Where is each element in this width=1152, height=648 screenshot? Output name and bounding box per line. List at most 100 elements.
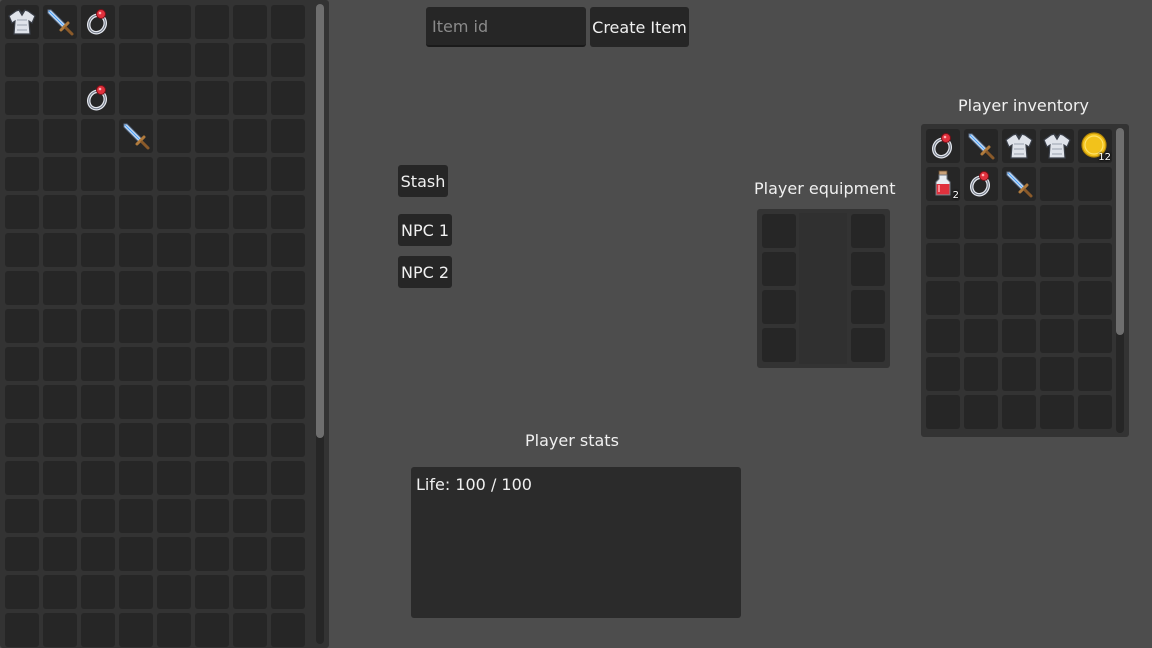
npc1-button[interactable]: NPC 1 <box>398 214 452 246</box>
stash-slot[interactable] <box>195 613 229 647</box>
stash-slot[interactable] <box>43 537 77 571</box>
stash-slot[interactable] <box>119 499 153 533</box>
stash-slot[interactable] <box>81 271 115 305</box>
inventory-slot[interactable] <box>1040 319 1074 353</box>
stash-slot[interactable] <box>157 81 191 115</box>
stash-slot[interactable] <box>81 385 115 419</box>
inventory-slot[interactable] <box>1002 319 1036 353</box>
stash-slot[interactable] <box>195 423 229 457</box>
stash-slot[interactable] <box>233 309 267 343</box>
stash-slot[interactable] <box>233 461 267 495</box>
stash-slot[interactable] <box>271 347 305 381</box>
stash-slot[interactable] <box>195 157 229 191</box>
stash-slot[interactable] <box>119 157 153 191</box>
stash-slot[interactable] <box>119 233 153 267</box>
stash-slot[interactable] <box>43 195 77 229</box>
inventory-scrollbar-thumb[interactable] <box>1116 128 1124 335</box>
stash-slot[interactable] <box>195 537 229 571</box>
inventory-slot[interactable] <box>964 205 998 239</box>
stash-slot[interactable] <box>233 5 267 39</box>
stash-slot[interactable] <box>119 119 153 153</box>
inventory-slot[interactable] <box>1002 357 1036 391</box>
stash-slot[interactable] <box>271 233 305 267</box>
stash-slot[interactable] <box>119 195 153 229</box>
stash-slot[interactable] <box>271 195 305 229</box>
stash-slot[interactable] <box>233 575 267 609</box>
inventory-slot[interactable]: 2 <box>926 167 960 201</box>
stash-scrollbar[interactable] <box>316 4 324 644</box>
stash-slot[interactable] <box>119 385 153 419</box>
stash-slot[interactable] <box>81 575 115 609</box>
stash-slot[interactable] <box>81 43 115 77</box>
stash-slot[interactable] <box>157 309 191 343</box>
stash-slot[interactable] <box>81 537 115 571</box>
stash-slot[interactable] <box>43 499 77 533</box>
stash-slot[interactable] <box>5 423 39 457</box>
stash-slot[interactable] <box>43 309 77 343</box>
stash-slot[interactable] <box>43 233 77 267</box>
inventory-slot[interactable] <box>926 357 960 391</box>
inventory-slot[interactable] <box>1078 319 1112 353</box>
stash-slot[interactable] <box>157 347 191 381</box>
stash-slot[interactable] <box>195 385 229 419</box>
stash-slot[interactable] <box>271 499 305 533</box>
stash-slot[interactable] <box>43 461 77 495</box>
equipment-slot[interactable] <box>762 290 796 324</box>
stash-slot[interactable] <box>271 385 305 419</box>
stash-slot[interactable] <box>43 385 77 419</box>
stash-slot[interactable] <box>81 119 115 153</box>
equipment-slot[interactable] <box>851 328 885 362</box>
stash-slot[interactable] <box>81 461 115 495</box>
inventory-slot[interactable] <box>964 243 998 277</box>
equipment-slot[interactable] <box>762 328 796 362</box>
stash-slot[interactable] <box>43 119 77 153</box>
stash-slot[interactable] <box>271 119 305 153</box>
stash-slot[interactable] <box>233 347 267 381</box>
equipment-slot[interactable] <box>762 214 796 248</box>
stash-slot[interactable] <box>157 575 191 609</box>
stash-slot[interactable] <box>233 499 267 533</box>
stash-slot[interactable] <box>271 575 305 609</box>
stash-slot[interactable] <box>5 119 39 153</box>
stash-slot[interactable] <box>233 81 267 115</box>
stash-slot[interactable] <box>271 81 305 115</box>
stash-slot[interactable] <box>5 347 39 381</box>
stash-slot[interactable] <box>43 347 77 381</box>
inventory-scrollbar[interactable] <box>1116 128 1124 433</box>
stash-slot[interactable] <box>271 613 305 647</box>
stash-slot[interactable] <box>43 43 77 77</box>
stash-slot[interactable] <box>43 423 77 457</box>
stash-slot[interactable] <box>119 461 153 495</box>
create-item-button[interactable]: Create Item <box>590 7 689 47</box>
inventory-slot[interactable] <box>1078 243 1112 277</box>
inventory-slot[interactable] <box>964 395 998 429</box>
stash-slot[interactable] <box>233 195 267 229</box>
stash-slot[interactable] <box>119 5 153 39</box>
inventory-slot[interactable] <box>1078 205 1112 239</box>
stash-slot[interactable] <box>195 347 229 381</box>
stash-slot[interactable] <box>119 423 153 457</box>
stash-slot[interactable] <box>195 195 229 229</box>
inventory-slot[interactable] <box>1002 243 1036 277</box>
stash-slot[interactable] <box>81 157 115 191</box>
stash-slot[interactable] <box>157 119 191 153</box>
stash-slot[interactable] <box>157 233 191 267</box>
stash-slot[interactable] <box>43 271 77 305</box>
stash-slot[interactable] <box>157 5 191 39</box>
item-id-input[interactable] <box>426 7 586 47</box>
stash-slot[interactable] <box>5 271 39 305</box>
stash-slot[interactable] <box>5 613 39 647</box>
inventory-slot[interactable] <box>1002 205 1036 239</box>
stash-slot[interactable] <box>81 499 115 533</box>
stash-slot[interactable] <box>233 537 267 571</box>
inventory-slot[interactable] <box>964 319 998 353</box>
equipment-slot[interactable] <box>762 252 796 286</box>
stash-slot[interactable] <box>5 537 39 571</box>
stash-slot[interactable] <box>233 271 267 305</box>
inventory-slot[interactable] <box>1078 281 1112 315</box>
stash-slot[interactable] <box>81 613 115 647</box>
stash-slot[interactable] <box>271 423 305 457</box>
inventory-slot[interactable] <box>926 243 960 277</box>
stash-slot[interactable] <box>119 81 153 115</box>
stash-slot[interactable] <box>157 499 191 533</box>
